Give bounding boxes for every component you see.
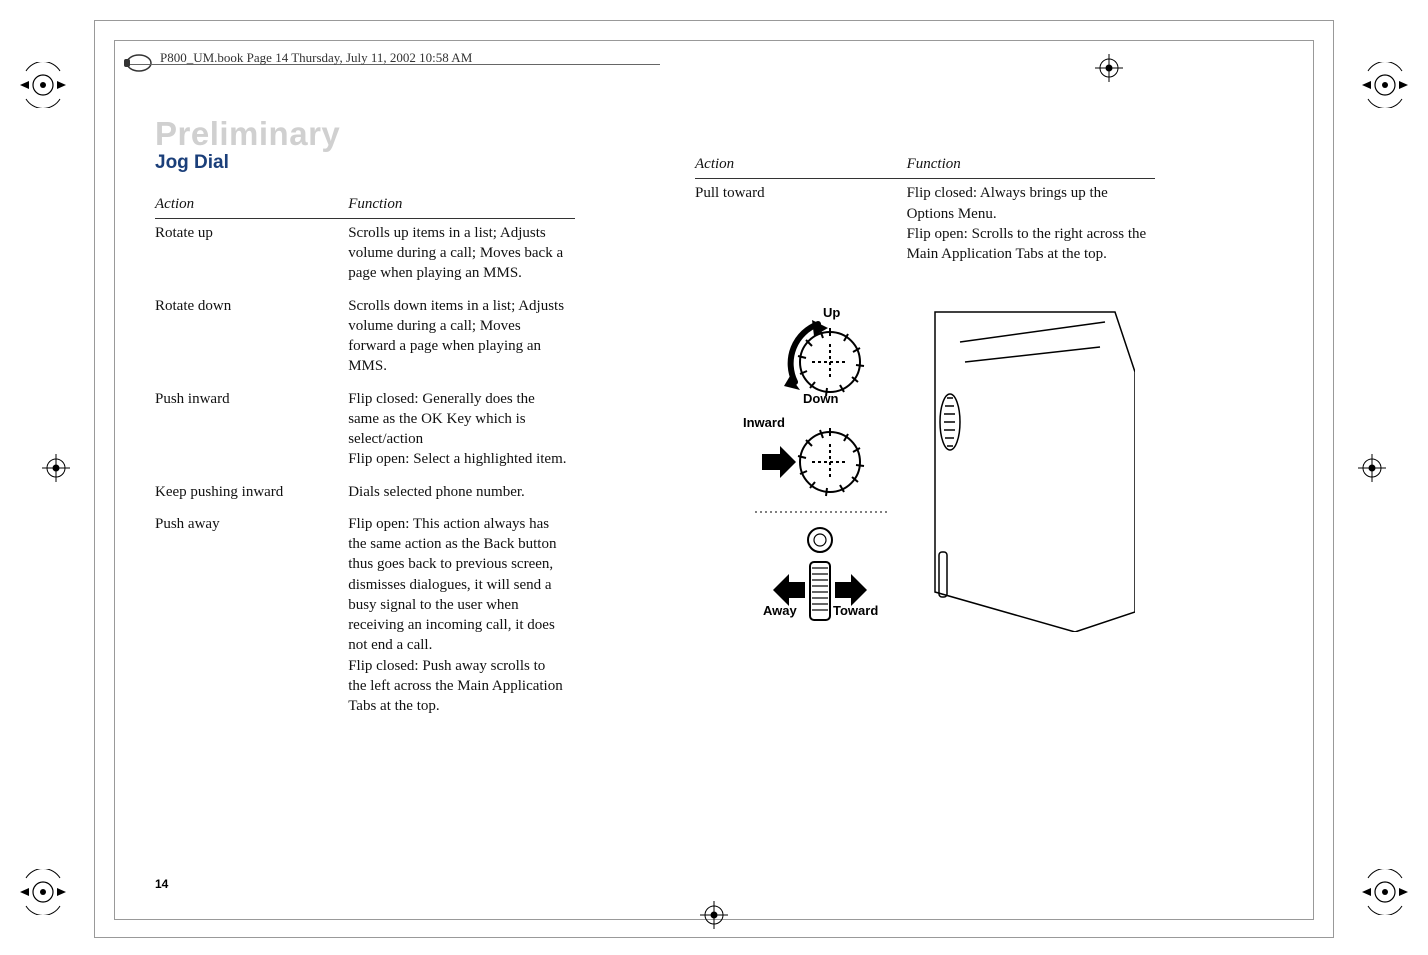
col-header-action: Action	[155, 190, 348, 219]
diagram-label-toward: Toward	[833, 602, 878, 620]
page-number: 14	[155, 877, 168, 891]
registration-mark-icon	[1362, 62, 1408, 108]
binder-ring-icon	[124, 48, 154, 78]
cell-action: Keep pushing inward	[155, 478, 348, 510]
cell-action: Push inward	[155, 385, 348, 478]
registration-mark-icon	[20, 62, 66, 108]
registration-mark-icon	[20, 869, 66, 915]
cell-action: Push away	[155, 510, 348, 725]
jog-dial-table-cont: Action Function Pull toward Flip closed:…	[695, 150, 1155, 272]
table-row: Rotate up Scrolls up items in a list; Ad…	[155, 218, 575, 291]
crosshair-icon	[1095, 54, 1123, 82]
section-title: Jog Dial	[155, 150, 575, 176]
header-text: P800_UM.book Page 14 Thursday, July 11, …	[160, 50, 472, 66]
left-column: Jog Dial Action Function Rotate up Scrol…	[155, 150, 575, 724]
col-header-function: Function	[907, 150, 1155, 179]
cell-function: Flip closed: Always brings up the Option…	[907, 179, 1155, 273]
crosshair-icon	[1358, 454, 1386, 482]
table-row: Keep pushing inward Dials selected phone…	[155, 478, 575, 510]
table-row: Pull toward Flip closed: Always brings u…	[695, 179, 1155, 273]
diagram-label-down: Down	[803, 390, 838, 408]
right-column: Action Function Pull toward Flip closed:…	[695, 150, 1155, 724]
jog-dial-diagram: Up Down Inward Away Toward	[695, 302, 1135, 632]
watermark: Preliminary	[155, 115, 340, 153]
crosshair-icon	[700, 901, 728, 929]
cell-action: Pull toward	[695, 179, 907, 273]
jog-dial-table: Action Function Rotate up Scrolls up ite…	[155, 190, 575, 725]
table-row: Rotate down Scrolls down items in a list…	[155, 292, 575, 385]
diagram-label-away: Away	[763, 602, 797, 620]
diagram-label-inward: Inward	[743, 414, 785, 432]
cell-action: Rotate up	[155, 218, 348, 291]
col-header-action: Action	[695, 150, 907, 179]
diagram-label-up: Up	[823, 304, 840, 322]
cell-function: Scrolls up items in a list; Adjusts volu…	[348, 218, 575, 291]
cell-function: Scrolls down items in a list; Adjusts vo…	[348, 292, 575, 385]
table-row: Push inward Flip closed: Generally does …	[155, 385, 575, 478]
cell-function: Flip closed: Generally does the same as …	[348, 385, 575, 478]
cell-function: Flip open: This action always has the sa…	[348, 510, 575, 725]
cell-function: Dials selected phone number.	[348, 478, 575, 510]
cell-action: Rotate down	[155, 292, 348, 385]
registration-mark-icon	[1362, 869, 1408, 915]
crosshair-icon	[42, 454, 70, 482]
col-header-function: Function	[348, 190, 575, 219]
table-row: Push away Flip open: This action always …	[155, 510, 575, 725]
